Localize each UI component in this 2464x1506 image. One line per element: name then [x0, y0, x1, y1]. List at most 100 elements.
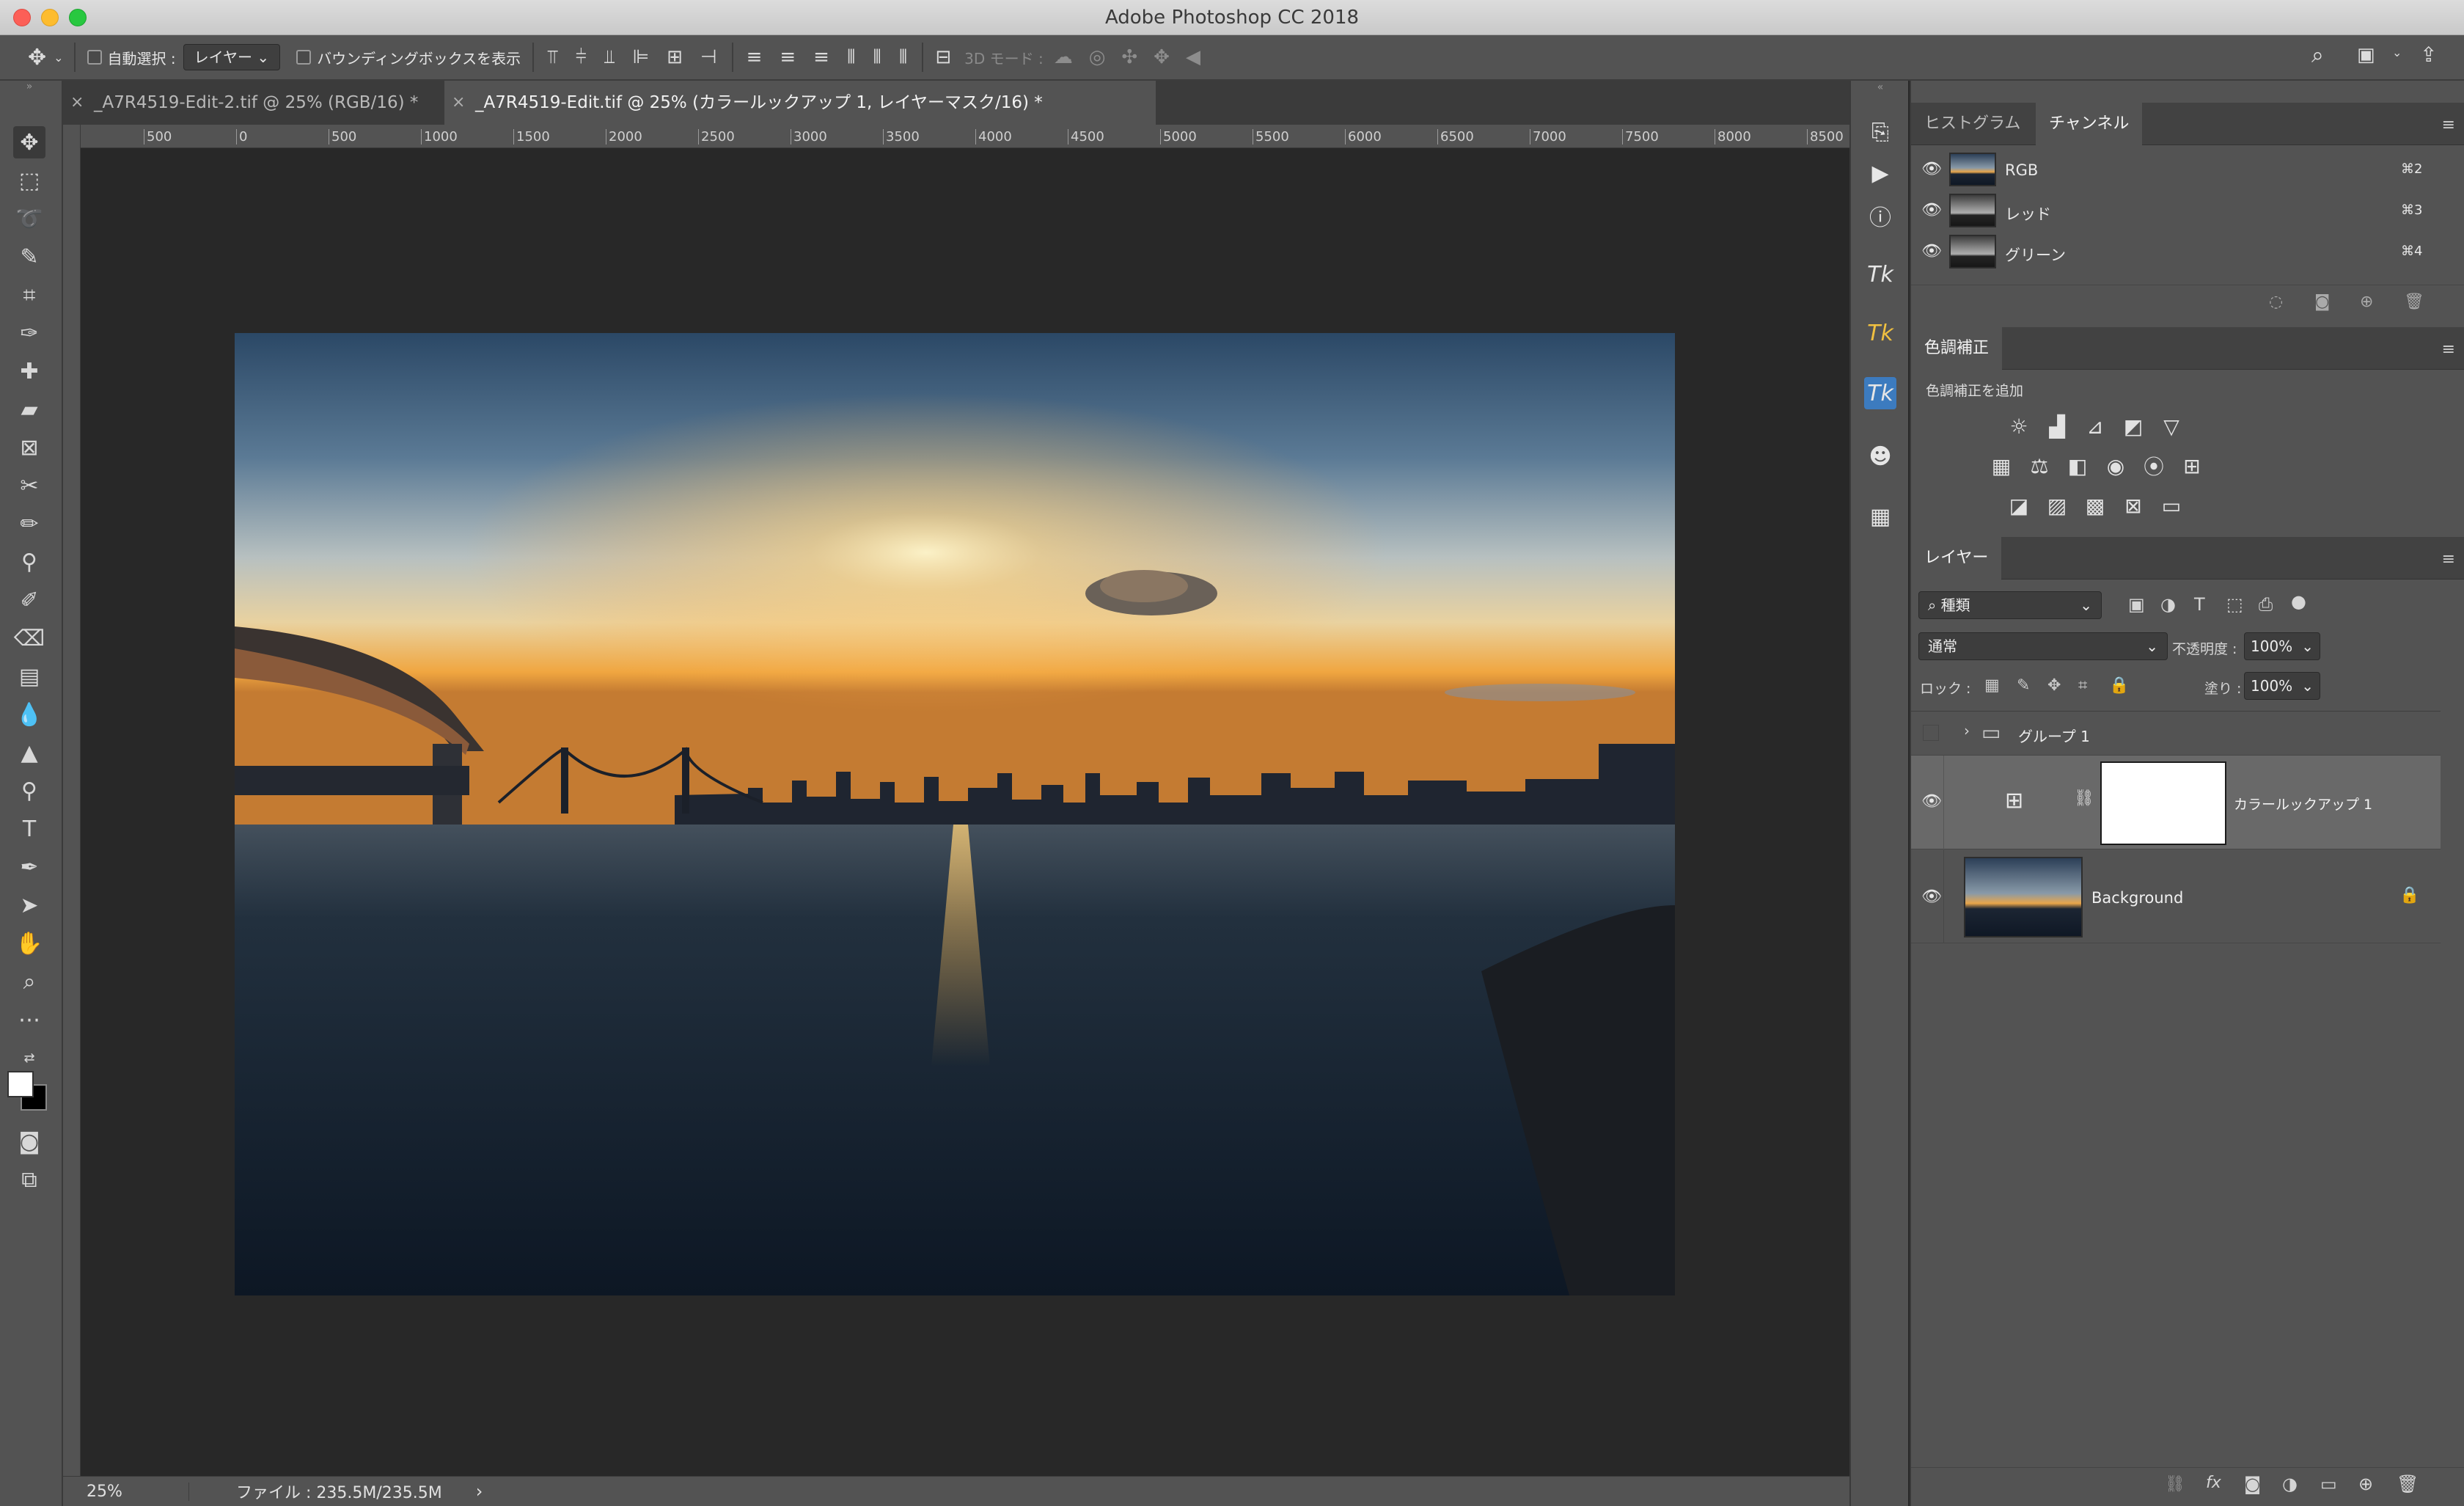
- brightness-contrast-icon[interactable]: ☼: [2005, 412, 2033, 440]
- document-image[interactable]: [235, 333, 1675, 1295]
- healing-brush-tool-icon[interactable]: ✚: [13, 355, 45, 387]
- tk-panel-blue-icon[interactable]: Tk: [1864, 377, 1896, 409]
- trash-icon[interactable]: 🗑: [2397, 1474, 2419, 1494]
- lock-transparent-icon[interactable]: ▦: [1984, 676, 2000, 695]
- auto-select-checkbox[interactable]: [87, 50, 102, 65]
- chevron-down-icon[interactable]: ⌄: [54, 51, 63, 65]
- gradient-map-icon[interactable]: ▭: [2157, 491, 2185, 519]
- zoom-level[interactable]: 25%: [87, 1482, 189, 1501]
- expand-arrow-icon[interactable]: ›: [1964, 722, 1970, 739]
- brush-tool-icon[interactable]: ▰: [13, 393, 45, 425]
- distribute-top-icon[interactable]: ≡: [747, 46, 763, 68]
- eye-icon[interactable]: 👁: [1921, 888, 1942, 906]
- hue-saturation-icon[interactable]: ▦: [1987, 452, 2015, 480]
- tab-adjustments[interactable]: 色調補正: [1911, 327, 2003, 370]
- sharpen-tool-icon[interactable]: ▲: [13, 736, 45, 769]
- panel-menu-icon[interactable]: ≡: [2442, 550, 2455, 569]
- distribute-right-icon[interactable]: ⦀: [899, 46, 907, 69]
- 3d-roll-icon[interactable]: ◎: [1089, 46, 1106, 68]
- eyedropper-tool-icon[interactable]: ✑: [13, 317, 45, 349]
- posterize-icon[interactable]: ▨: [2043, 491, 2071, 519]
- load-selection-icon[interactable]: ◌: [2269, 293, 2283, 311]
- history-panel-icon[interactable]: ⎘: [1864, 116, 1896, 148]
- lock-position-icon[interactable]: ✥: [2047, 676, 2061, 695]
- auto-select-dropdown[interactable]: レイヤー ⌄: [183, 44, 281, 70]
- new-layer-icon[interactable]: ⊕: [2358, 1474, 2373, 1494]
- palette-panel-icon[interactable]: ☻: [1864, 440, 1896, 472]
- opacity-input[interactable]: 100% ⌄: [2244, 632, 2320, 660]
- zoom-tool-icon[interactable]: ⌕: [13, 965, 45, 998]
- layer-thumbnail[interactable]: [1964, 857, 2083, 937]
- search-icon[interactable]: ⌕: [2311, 43, 2324, 68]
- dodge-tool-icon[interactable]: ⚲: [13, 775, 45, 807]
- eye-icon[interactable]: 👁: [1921, 792, 1942, 811]
- lock-all-icon[interactable]: 🔒: [2109, 676, 2129, 695]
- fill-input[interactable]: 100% ⌄: [2244, 672, 2320, 700]
- marquee-tool-icon[interactable]: ⬚: [13, 164, 45, 197]
- blur-tool-icon[interactable]: 💧: [13, 698, 45, 731]
- channel-row-green[interactable]: 👁 グリーン ⌘4: [1911, 232, 2439, 273]
- layer-row-background[interactable]: 👁 Background 🔒: [1911, 849, 2441, 943]
- align-bottom-icon[interactable]: ⫫: [604, 46, 615, 69]
- link-layers-icon[interactable]: ⛓: [2165, 1475, 2185, 1494]
- history-brush-tool-icon[interactable]: ✐: [13, 584, 45, 616]
- filter-smart-object-icon[interactable]: ⎙: [2259, 594, 2273, 615]
- more-tools-icon[interactable]: ⋯: [13, 1004, 45, 1036]
- bounding-box-checkbox[interactable]: [296, 50, 312, 65]
- 3d-scale-icon[interactable]: ◀: [1186, 46, 1200, 68]
- layer-row-color-lookup[interactable]: 👁 ⊞ ⛓ カラールックアップ 1: [1911, 756, 2441, 849]
- lock-image-icon[interactable]: ✎: [2017, 676, 2030, 695]
- channel-row-red[interactable]: 👁 レッド ⌘3: [1911, 191, 2439, 232]
- new-adjustment-icon[interactable]: ◑: [2282, 1474, 2298, 1494]
- hand-tool-icon[interactable]: ✋: [13, 927, 45, 959]
- info-panel-icon[interactable]: ⓘ: [1864, 200, 1896, 232]
- link-icon[interactable]: ⛓: [2074, 789, 2094, 808]
- eye-icon[interactable]: 👁: [1921, 201, 1942, 219]
- align-left-icon[interactable]: ⊫: [632, 46, 649, 68]
- collapse-icon[interactable]: »: [13, 79, 45, 94]
- new-channel-icon[interactable]: ⊕: [2360, 293, 2373, 311]
- foreground-color-swatch[interactable]: [7, 1071, 34, 1097]
- blend-mode-dropdown[interactable]: 通常 ⌄: [1918, 632, 2168, 660]
- paint-brush-tool-icon[interactable]: ✏: [13, 508, 45, 540]
- layer-row-group[interactable]: › ▭ グループ 1: [1911, 712, 2441, 756]
- filter-shape-icon[interactable]: ⬚: [2226, 594, 2243, 615]
- save-selection-icon[interactable]: ◙: [2314, 293, 2330, 311]
- distribute-bottom-icon[interactable]: ≡: [813, 46, 829, 68]
- new-group-icon[interactable]: ▭: [2320, 1474, 2337, 1494]
- swap-colors-icon[interactable]: ⇄: [13, 1042, 45, 1074]
- fx-icon[interactable]: fx: [2206, 1474, 2221, 1492]
- eraser-tool-icon[interactable]: ⌫: [13, 622, 45, 654]
- filter-type-icon[interactable]: T: [2194, 594, 2205, 615]
- type-tool-icon[interactable]: T: [13, 813, 45, 845]
- path-select-tool-icon[interactable]: ➤: [13, 889, 45, 921]
- channel-mixer-icon[interactable]: ⦿: [2140, 452, 2168, 480]
- black-white-icon[interactable]: ◧: [2064, 452, 2091, 480]
- tab-channels[interactable]: チャンネル: [2036, 103, 2143, 145]
- pen-tool-icon[interactable]: ✒: [13, 851, 45, 883]
- align-right-icon[interactable]: ⊣: [700, 46, 717, 68]
- 3d-slide-icon[interactable]: ✥: [1154, 46, 1170, 68]
- 3d-rotate-icon[interactable]: ☁: [1054, 46, 1073, 68]
- collapse-icon[interactable]: «: [1864, 79, 1896, 95]
- filter-adjustment-icon[interactable]: ◑: [2160, 594, 2176, 615]
- minimize-window-button[interactable]: [41, 9, 59, 26]
- clone-stamp-tool-icon[interactable]: ⚲: [13, 546, 45, 578]
- channel-row-rgb[interactable]: 👁 RGB ⌘2: [1911, 150, 2439, 191]
- align-vcenter-icon[interactable]: ⫩: [576, 46, 587, 69]
- trash-icon[interactable]: 🗑: [2404, 293, 2424, 311]
- status-menu-arrow[interactable]: ›: [476, 1481, 483, 1502]
- tab-layers[interactable]: レイヤー: [1911, 537, 2002, 580]
- align-top-icon[interactable]: ⫪: [547, 46, 558, 69]
- tab-histogram[interactable]: ヒストグラム: [1911, 103, 2034, 145]
- screen-mode-icon[interactable]: ⧉: [13, 1163, 45, 1196]
- add-mask-icon[interactable]: ◙: [2244, 1474, 2261, 1494]
- quick-mask-icon[interactable]: ◙: [13, 1125, 45, 1158]
- gradient-tool-icon[interactable]: ▤: [13, 660, 45, 692]
- vibrance-icon[interactable]: ▽: [2157, 412, 2185, 440]
- eye-icon[interactable]: 👁: [1921, 160, 1942, 178]
- zoom-window-button[interactable]: [69, 9, 87, 26]
- panel-menu-icon[interactable]: ≡: [2442, 116, 2455, 134]
- eye-icon[interactable]: 👁: [1921, 242, 1942, 260]
- document-tab-edit-2[interactable]: × _A7R4519-Edit-2.tif @ 25% (RGB/16) *: [63, 81, 444, 125]
